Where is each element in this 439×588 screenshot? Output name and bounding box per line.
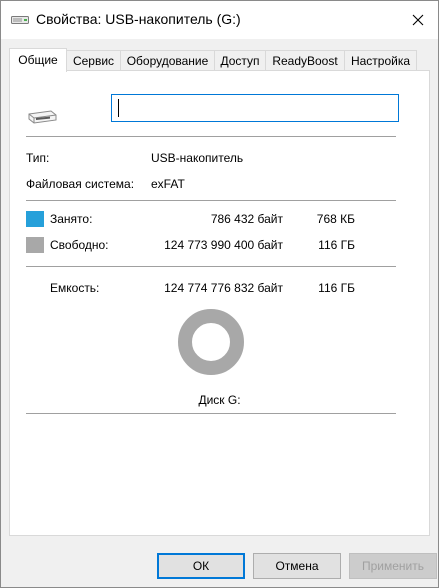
tab-strip: Общие Сервис Оборудование Доступ ReadyBo…	[9, 48, 429, 72]
tab-general[interactable]: Общие	[9, 48, 67, 72]
tab-customize[interactable]: Настройка	[344, 50, 417, 71]
window-title: Свойства: USB-накопитель (G:)	[36, 11, 241, 27]
close-button[interactable]	[404, 7, 432, 33]
tab-tools[interactable]: Сервис	[66, 50, 121, 71]
filesystem-label: Файловая система:	[26, 177, 135, 191]
free-bytes: 124 773 990 400 байт	[164, 238, 283, 252]
filesystem-value: exFAT	[151, 177, 185, 191]
tab-readyboost[interactable]: ReadyBoost	[265, 50, 345, 71]
used-space-swatch	[26, 211, 44, 227]
ok-button[interactable]: ОК	[157, 553, 245, 579]
usage-donut-chart	[178, 308, 244, 375]
cancel-button[interactable]: Отмена	[253, 553, 341, 579]
tab-sharing[interactable]: Доступ	[214, 50, 266, 71]
tab-hardware[interactable]: Оборудование	[120, 50, 215, 71]
text-caret	[118, 99, 119, 117]
capacity-short: 116 ГБ	[318, 281, 355, 295]
separator	[26, 136, 396, 137]
apply-button[interactable]: Применить	[349, 553, 437, 579]
capacity-bytes: 124 774 776 832 байт	[164, 281, 283, 295]
drive-name-input[interactable]	[111, 94, 399, 122]
separator	[26, 413, 396, 414]
free-label: Свободно:	[50, 238, 109, 252]
used-bytes: 786 432 байт	[210, 212, 283, 226]
free-space-swatch	[26, 237, 44, 253]
general-panel: Тип: USB-накопитель Файловая система: ex…	[9, 70, 430, 536]
disk-label: Диск G:	[198, 393, 241, 407]
usb-drive-icon	[28, 110, 57, 124]
capacity-label: Емкость:	[50, 281, 100, 295]
type-label: Тип:	[26, 151, 50, 165]
used-short: 768 КБ	[316, 212, 355, 226]
separator	[26, 266, 396, 267]
free-space-ring	[178, 309, 244, 375]
properties-window: Свойства: USB-накопитель (G:) Общие Серв…	[0, 0, 439, 588]
close-icon	[412, 14, 424, 26]
usb-drive-icon	[11, 16, 29, 24]
title-bar[interactable]: Свойства: USB-накопитель (G:)	[1, 1, 438, 39]
type-value: USB-накопитель	[151, 151, 244, 165]
separator	[26, 200, 396, 201]
used-label: Занято:	[50, 212, 93, 226]
free-short: 116 ГБ	[318, 238, 355, 252]
